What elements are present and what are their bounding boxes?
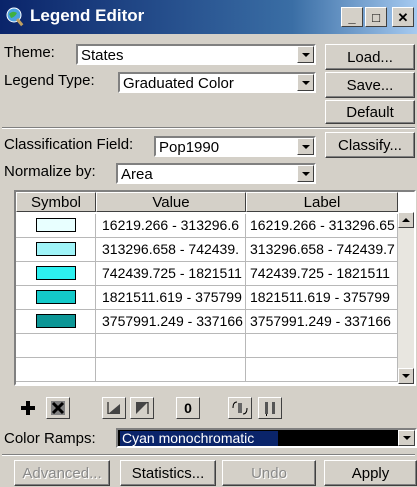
delete-icon (51, 401, 65, 415)
color-swatch[interactable] (36, 218, 76, 232)
scroll-down-button[interactable] (398, 368, 414, 384)
table-row[interactable]: 3757991.249 - 337166 3757991.249 - 33716… (16, 310, 398, 334)
classification-field-value: Pop1990 (159, 139, 220, 156)
column-header-value[interactable]: Value (96, 192, 246, 212)
legend-type-value: Graduated Color (123, 75, 234, 92)
flip-reverse-button[interactable] (130, 397, 154, 419)
calculate-icon (232, 401, 248, 415)
chevron-down-icon[interactable] (297, 165, 314, 182)
vertical-scrollbar[interactable] (398, 212, 414, 384)
save-button[interactable]: Save... (325, 72, 415, 98)
classification-field-label: Classification Field: (4, 136, 134, 153)
theme-label: Theme: (4, 44, 55, 61)
divider (2, 454, 415, 456)
empty-row[interactable] (16, 334, 398, 358)
symbol-cell[interactable] (16, 262, 96, 285)
label-cell[interactable]: 1821511.619 - 375799 (246, 286, 398, 309)
table-row[interactable]: 1821511.619 - 375799 1821511.619 - 37579… (16, 286, 398, 310)
color-swatch[interactable] (36, 290, 76, 304)
value-cell[interactable]: 313296.658 - 742439. (96, 238, 246, 261)
table-row[interactable]: 742439.725 - 1821511 742439.725 - 182151… (16, 262, 398, 286)
legend-type-label: Legend Type: (4, 72, 95, 89)
scroll-up-button[interactable] (398, 212, 414, 228)
value-cell[interactable]: 742439.725 - 1821511 (96, 262, 246, 285)
column-header-symbol[interactable]: Symbol (16, 192, 96, 212)
symbol-cell[interactable] (16, 238, 96, 261)
chevron-up-icon (402, 218, 410, 222)
symbol-cell[interactable] (16, 286, 96, 309)
color-swatch[interactable] (36, 242, 76, 256)
value-cell[interactable]: 1821511.619 - 375799 (96, 286, 246, 309)
default-button[interactable]: Default (325, 100, 415, 124)
maximize-button[interactable]: □ (365, 7, 387, 27)
color-swatch[interactable] (36, 314, 76, 328)
chevron-down-icon[interactable] (297, 138, 314, 155)
null-value-icon: 0 (184, 400, 192, 416)
color-ramps-label: Color Ramps: (4, 430, 96, 447)
normalize-by-value: Area (121, 166, 153, 183)
chevron-down-icon (402, 374, 410, 378)
delete-button[interactable] (46, 397, 70, 419)
null-value-button[interactable]: 0 (176, 397, 200, 419)
value-cell[interactable]: 16219.266 - 313296.6 (96, 214, 246, 237)
symbol-cell[interactable] (16, 310, 96, 333)
theme-dropdown[interactable]: States (76, 44, 316, 65)
minimize-icon: _ (348, 9, 356, 25)
title-bar[interactable]: Legend Editor _ □ ✕ (0, 0, 417, 34)
add-button[interactable] (16, 397, 40, 419)
color-ramps-value: Cyan monochromatic (122, 430, 255, 446)
sort-button[interactable] (258, 397, 282, 419)
load-button[interactable]: Load... (325, 44, 415, 70)
flip-button[interactable] (102, 397, 126, 419)
sort-icon (265, 402, 275, 416)
advanced-button[interactable]: Advanced... (14, 460, 110, 486)
legend-editor-window: Legend Editor _ □ ✕ Theme: States Load..… (0, 0, 417, 487)
empty-row[interactable] (16, 358, 398, 382)
table-row[interactable]: 16219.266 - 313296.6 16219.266 - 313296.… (16, 214, 398, 238)
flip-reverse-icon (136, 402, 149, 414)
label-cell[interactable]: 3757991.249 - 337166 (246, 310, 398, 333)
legend-table: Symbol Value Label 16219.266 - 313296.6 … (14, 190, 416, 386)
window-title: Legend Editor (30, 6, 145, 25)
classification-field-dropdown[interactable]: Pop1990 (154, 136, 316, 157)
flip-icon (107, 402, 120, 414)
value-cell[interactable]: 3757991.249 - 337166 (96, 310, 246, 333)
add-icon (21, 401, 35, 415)
chevron-down-icon[interactable] (297, 46, 314, 63)
table-row[interactable]: 313296.658 - 742439. 313296.658 - 742439… (16, 238, 398, 262)
apply-button[interactable]: Apply (324, 460, 417, 486)
label-cell[interactable]: 313296.658 - 742439.7 (246, 238, 398, 261)
maximize-icon: □ (372, 9, 380, 25)
classify-button[interactable]: Classify... (325, 132, 415, 158)
theme-value: States (81, 47, 124, 64)
column-header-label[interactable]: Label (246, 192, 398, 212)
legend-type-dropdown[interactable]: Graduated Color (118, 72, 316, 93)
label-cell[interactable]: 16219.266 - 313296.65 (246, 214, 398, 237)
close-icon: ✕ (397, 9, 409, 25)
color-ramps-dropdown[interactable]: Cyan monochromatic (116, 428, 417, 448)
statistics-button[interactable]: Statistics... (120, 460, 216, 486)
symbol-cell[interactable] (16, 214, 96, 237)
close-button[interactable]: ✕ (392, 7, 414, 27)
undo-button[interactable]: Undo (222, 460, 316, 486)
chevron-down-icon[interactable] (398, 430, 415, 446)
chevron-down-icon[interactable] (297, 74, 314, 91)
label-cell[interactable]: 742439.725 - 1821511 (246, 262, 398, 285)
color-swatch[interactable] (36, 266, 76, 280)
normalize-by-label: Normalize by: (4, 163, 96, 180)
normalize-by-dropdown[interactable]: Area (116, 163, 316, 184)
minimize-button[interactable]: _ (341, 7, 363, 27)
calculate-button[interactable] (228, 397, 252, 419)
globe-icon (6, 7, 24, 27)
divider (2, 127, 415, 129)
